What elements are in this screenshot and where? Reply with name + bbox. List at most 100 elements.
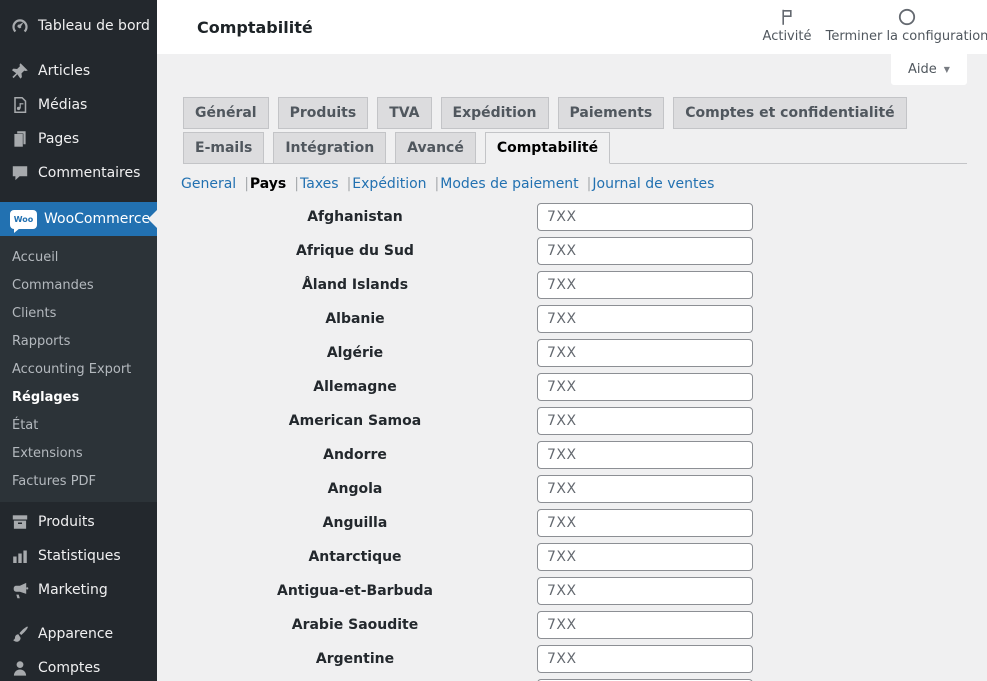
sidebar-item-commentaires[interactable]: Commentaires [0,156,157,190]
country-row: Andorre [181,441,753,469]
country-row: Afrique du Sud [181,237,753,265]
country-code-input[interactable] [537,407,753,435]
flag-icon [777,7,797,27]
sidebar-item-statistiques[interactable]: Statistiques [0,539,157,573]
user-icon [10,658,30,678]
sidebar-item-label: Produits [38,514,95,530]
submenu-item-r-glages[interactable]: Réglages [0,383,157,411]
country-code-input[interactable] [537,271,753,299]
tab-int-gration[interactable]: Intégration [273,132,386,164]
country-code-input[interactable] [537,577,753,605]
megaphone-icon [10,580,30,600]
country-name-label: Andorre [181,447,529,463]
country-name-label: Antarctique [181,549,529,565]
country-code-input[interactable] [537,509,753,537]
country-row: Anguilla [181,509,753,537]
sidebar-menu-woocommerce: WooWooCommerce [0,202,157,236]
sidebar-item-woocommerce[interactable]: WooWooCommerce [0,202,157,236]
sidebar-item-m-dias[interactable]: Médias [0,88,157,122]
dashboard-icon [10,16,30,36]
country-name-label: Åland Islands [181,277,529,293]
submenu-item-commandes[interactable]: Commandes [0,271,157,299]
country-name-label: Albanie [181,311,529,327]
tab-produits[interactable]: Produits [278,97,369,129]
submenu-item-rapports[interactable]: Rapports [0,327,157,355]
submenu-item-factures-pdf[interactable]: Factures PDF [0,467,157,495]
submenu-item-extensions[interactable]: Extensions [0,439,157,467]
box-icon [10,512,30,532]
subnav-separator: | [587,176,592,192]
comments-icon [10,163,30,183]
sidebar-item-label: Articles [38,63,90,79]
sidebar-item-label: Commentaires [38,165,140,181]
sidebar-item-label: Apparence [38,626,113,642]
woocommerce-icon: Woo [10,210,37,229]
country-row: Antigua-et-Barbuda [181,577,753,605]
tab-exp-dition[interactable]: Expédition [441,97,549,129]
subnav-link-exp-dition[interactable]: Expédition [352,176,426,192]
tab-comptes-et-confidentialit[interactable]: Comptes et confidentialité [673,97,906,129]
subnav-link-modes-de-paiement[interactable]: Modes de paiement [440,176,578,192]
sidebar-item-tableau-de-bord[interactable]: Tableau de bord [0,9,157,43]
sidebar-item-label: Pages [38,131,79,147]
subnav-link-taxes[interactable]: Taxes [300,176,339,192]
subnav-separator: | [294,176,299,192]
tab-g-n-ral[interactable]: Général [183,97,269,129]
country-code-input[interactable] [537,645,753,673]
sidebar-item-comptes[interactable]: Comptes [0,651,157,681]
country-code-input[interactable] [537,441,753,469]
tab-paiements[interactable]: Paiements [558,97,665,129]
country-code-input[interactable] [537,339,753,367]
submenu-item-clients[interactable]: Clients [0,299,157,327]
sidebar-item-label: Statistiques [38,548,121,564]
topbar-action-activit[interactable]: Activité [752,7,822,44]
tab-comptabilit[interactable]: Comptabilité [485,132,610,164]
country-name-label: Argentine [181,651,529,667]
help-button[interactable]: Aide ▼ [891,54,967,85]
woocommerce-submenu: AccueilCommandesClientsRapportsAccountin… [0,236,157,502]
subnav-link-journal-de-ventes[interactable]: Journal de ventes [592,176,714,192]
tab-e-mails[interactable]: E-mails [183,132,264,164]
country-name-label: Arabie Saoudite [181,617,529,633]
country-row: American Samoa [181,407,753,435]
sidebar-item-produits[interactable]: Produits [0,505,157,539]
settings-tabs-row-2: E-mails Intégration Avancé Comptabilité [183,132,610,164]
sidebar-item-label: Comptes [38,660,100,676]
circle-icon [897,7,917,27]
country-row: Allemagne [181,373,753,401]
country-code-input[interactable] [537,543,753,571]
subnav-separator: | [347,176,352,192]
submenu-item-accounting-export[interactable]: Accounting Export [0,355,157,383]
country-codes-form: Afghanistan Afrique du Sud Åland Islands… [181,203,753,681]
country-row: Algérie [181,339,753,367]
country-name-label: American Samoa [181,413,529,429]
media-icon [10,95,30,115]
admin-sidebar: Tableau de bord Articles Médias Pages Commen… [0,0,157,681]
country-name-label: Afghanistan [181,209,529,225]
sidebar-item-articles[interactable]: Articles [0,54,157,88]
submenu-item-accueil[interactable]: Accueil [0,243,157,271]
pages-icon [10,129,30,149]
country-code-input[interactable] [537,373,753,401]
sidebar-item-pages[interactable]: Pages [0,122,157,156]
country-code-input[interactable] [537,611,753,639]
tab-tva[interactable]: TVA [377,97,431,129]
tab-avanc[interactable]: Avancé [395,132,476,164]
country-code-input[interactable] [537,305,753,333]
sidebar-menu-top: Tableau de bord Articles Médias Pages Commen… [0,0,157,190]
country-code-input[interactable] [537,475,753,503]
country-row: Åland Islands [181,271,753,299]
woocommerce-icon-tail [14,228,20,233]
country-row: Albanie [181,305,753,333]
country-code-input[interactable] [537,237,753,265]
sidebar-item-apparence[interactable]: Apparence [0,617,157,651]
topbar-action-label: Terminer la configuration [826,29,987,44]
submenu-item-tat[interactable]: État [0,411,157,439]
chart-bar-icon [10,546,30,566]
sidebar-item-marketing[interactable]: Marketing [0,573,157,607]
topbar-action-terminer-la-configuration[interactable]: Terminer la configuration [822,7,987,44]
country-code-input[interactable] [537,203,753,231]
subnav-link-pays[interactable]: Pays [250,176,286,192]
subnav-link-general[interactable]: General [181,176,236,192]
country-name-label: Allemagne [181,379,529,395]
